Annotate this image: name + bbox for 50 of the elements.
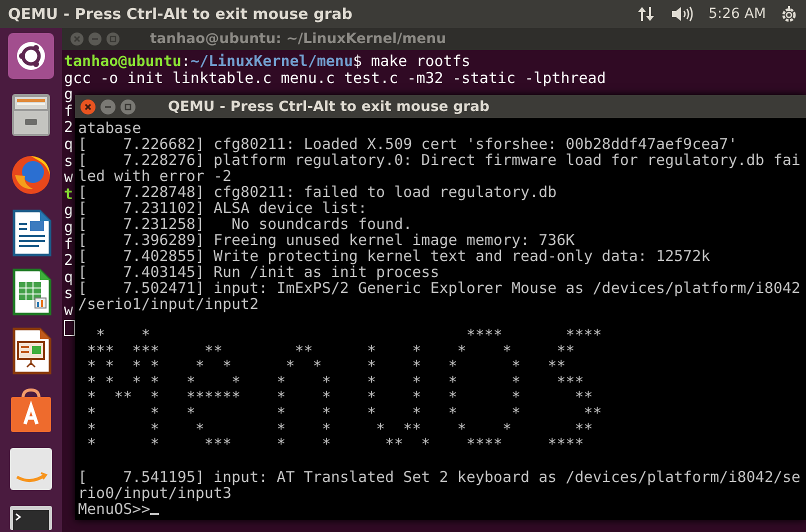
- console-line: [ 7.228748] cfg80211: failed to load regulatory.db: [78, 184, 557, 200]
- console-line: [ 7.402855] Write protecting kernel text and read-only data: 12572k: [78, 248, 710, 264]
- settings-icon[interactable]: [780, 5, 798, 23]
- volume-icon[interactable]: [670, 5, 694, 23]
- window-title: QEMU - Press Ctrl-Alt to exit mouse grab: [168, 98, 490, 114]
- clock[interactable]: 5:26 AM: [708, 6, 766, 22]
- terminal-line: w: [64, 168, 74, 186]
- terminal-line: s: [64, 152, 74, 170]
- shop-icon[interactable]: [7, 445, 55, 493]
- console-line: atabase: [78, 120, 142, 136]
- cursor: [150, 512, 160, 515]
- terminal-line: f: [64, 102, 74, 120]
- banner-text: * * **** **** *** *** ** ** * * * * ** * * * * * * * * * * * * ** * * * * * * * * * * * * *** * ** * ****** * * * * * * ** * * * * * * * * * ** * * * * * * ** * * ** * * *** * * ** * **** ****: [86, 328, 602, 453]
- console-line: [ 7.396289] Freeing unused kernel image memory: 736K: [78, 232, 575, 248]
- cursor: [64, 320, 75, 336]
- console-line: [ 7.231102] ALSA device list:: [78, 200, 367, 216]
- command-text: $ make rootfs: [353, 52, 470, 70]
- console-line: /serio1/input/input2: [78, 296, 259, 312]
- terminal-line: g: [64, 218, 74, 236]
- console-line: [ 7.541195] input: AT Translated Set 2 keyboard as /devices/platform/i8042/se: [78, 468, 800, 485]
- window-title: tanhao@ubuntu: ~/LinuxKernel/menu: [150, 31, 446, 47]
- terminal-line: s: [64, 284, 74, 302]
- console-line: [ 7.228276] platform regulatory.0: Direct firmware load for regulatory.db fai: [78, 152, 800, 168]
- prompt-user: tanhao@ubuntu: [64, 52, 182, 70]
- maximize-icon[interactable]: [120, 98, 136, 114]
- ubuntu-icon[interactable]: [7, 32, 55, 80]
- terminal-line: g: [64, 201, 74, 220]
- window-title: QEMU - Press Ctrl-Alt to exit mouse grab: [8, 5, 353, 23]
- console-line: [ 7.226682] cfg80211: Loaded X.509 cert 'sforshee: 00b28ddf47aef9cea7': [78, 136, 738, 152]
- console-prompt: MenuOS>>: [78, 500, 150, 517]
- console-line: [ 7.403145] Run /init as init process: [78, 264, 440, 280]
- terminal-line: gcc -o init linktable.c menu.c test.c -m32 -static -lpthread: [64, 68, 606, 87]
- terminal-line: g: [64, 85, 74, 104]
- terminal-line: 2: [64, 118, 74, 136]
- terminal-line: q: [64, 134, 74, 153]
- terminal-line: 2: [64, 251, 74, 270]
- console-line: [ 7.231258] No soundcards found.: [78, 216, 412, 232]
- console-line: led with error -2: [78, 168, 232, 184]
- network-icon[interactable]: [636, 5, 656, 23]
- terminal-line: q: [64, 268, 74, 286]
- console-line: rio0/input/input3: [78, 484, 232, 501]
- minimize-icon[interactable]: [100, 98, 116, 114]
- terminal-icon[interactable]: [7, 504, 55, 530]
- terminal-line: w: [64, 300, 74, 319]
- prompt-path: ~/LinuxKernel/menu: [190, 52, 353, 70]
- prompt-separator: :: [181, 52, 190, 70]
- console-line: [ 7.502471] input: ImExPS/2 Generic Explorer Mouse as /devices/platform/i8042: [78, 280, 800, 296]
- terminal-line: t: [64, 184, 74, 203]
- close-icon[interactable]: [80, 98, 96, 114]
- terminal-line: f: [64, 234, 74, 253]
